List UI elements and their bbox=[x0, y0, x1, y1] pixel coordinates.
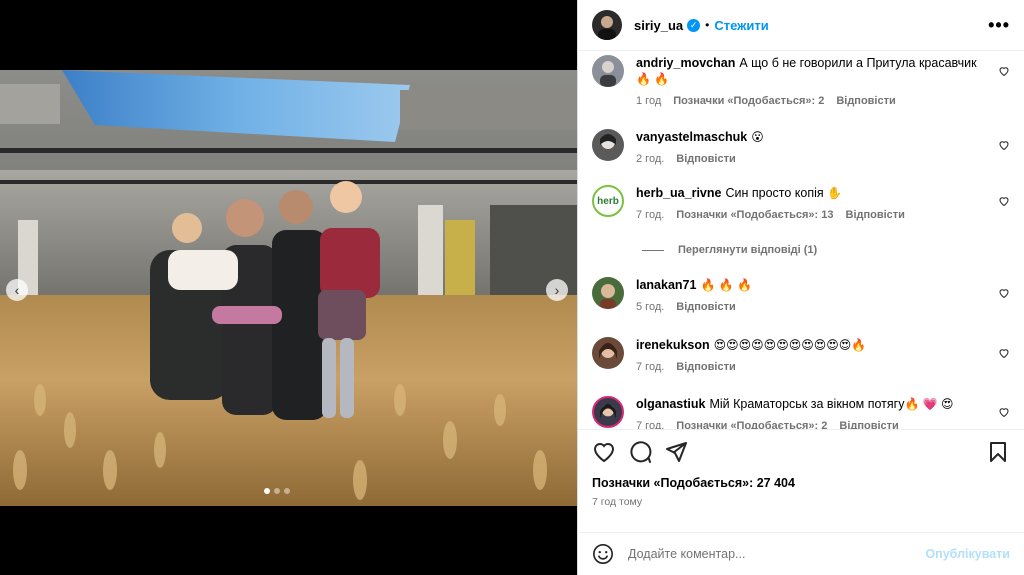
carousel-next-button[interactable]: › bbox=[546, 279, 568, 301]
commenter-avatar[interactable] bbox=[592, 55, 624, 88]
comment-emoji: 🔥 🔥 🔥 bbox=[700, 278, 752, 293]
comment-emoji: 🔥 💗 😍 bbox=[904, 397, 954, 412]
comment-likes[interactable]: Позначки «Подобається»: 2 bbox=[673, 95, 824, 107]
reply-button[interactable]: Відповісти bbox=[676, 301, 735, 313]
share-send-icon[interactable] bbox=[664, 440, 688, 464]
carousel-dot bbox=[264, 488, 270, 494]
comment-likes[interactable]: Позначки «Подобається»: 2 bbox=[676, 420, 827, 429]
photo-image bbox=[0, 70, 577, 506]
author-avatar[interactable] bbox=[592, 10, 622, 41]
avatar-logo-text: herb bbox=[597, 195, 619, 207]
comment-item: vanyastelmaschuk 😮 2 год. Відповісти bbox=[592, 129, 1010, 165]
comment-item: irenekukson 😍😍😍😍😍😍😍😍😍😍😍🔥 7 год. Відповісти bbox=[592, 337, 1010, 373]
view-replies-button[interactable]: Переглянути відповіді (1) bbox=[642, 244, 817, 256]
comment-time[interactable]: 7 год. bbox=[636, 361, 664, 373]
comment-text: Мій Краматорськ за вікном потягу bbox=[709, 397, 905, 412]
comment-username[interactable]: andriy_movchan bbox=[636, 56, 735, 70]
comment-emoji: 😮 bbox=[751, 130, 764, 145]
post-actions: Позначки «Подобається»: 27 404 7 год том… bbox=[578, 428, 1024, 532]
comment-emoji: 😍😍😍😍😍😍😍😍😍😍😍🔥 bbox=[713, 338, 867, 353]
comment-item: lanakan71 🔥 🔥 🔥 5 год. Відповісти bbox=[592, 277, 1010, 313]
commenter-avatar[interactable] bbox=[592, 396, 624, 429]
comment-emoji: ✋ bbox=[827, 186, 843, 201]
comments-list: andriy_movchan А що б не говорили а Приту… bbox=[578, 51, 1024, 429]
comment-text: А що б не говорили а Притула красавчик bbox=[739, 56, 977, 71]
commenter-avatar[interactable] bbox=[592, 129, 624, 162]
post-media: ‹ › bbox=[0, 0, 577, 575]
comment-input[interactable] bbox=[628, 546, 926, 561]
commenter-avatar[interactable]: herb bbox=[592, 185, 624, 218]
comment-time[interactable]: 7 год. bbox=[636, 209, 664, 221]
carousel-prev-button[interactable]: ‹ bbox=[6, 279, 28, 301]
comment-username[interactable]: lanakan71 bbox=[636, 278, 696, 292]
commenter-avatar[interactable] bbox=[592, 337, 624, 370]
like-comment-heart-icon[interactable] bbox=[998, 139, 1010, 151]
like-comment-heart-icon[interactable] bbox=[998, 65, 1010, 77]
reply-button[interactable]: Відповісти bbox=[676, 361, 735, 373]
author-username[interactable]: siriy_ua bbox=[634, 18, 683, 33]
carousel-dot bbox=[274, 488, 280, 494]
comment-time[interactable]: 1 год bbox=[636, 95, 661, 107]
publish-button[interactable]: Опублікувати bbox=[925, 547, 1010, 561]
like-heart-icon[interactable] bbox=[592, 440, 616, 464]
comment-likes[interactable]: Позначки «Подобається»: 13 bbox=[676, 209, 833, 221]
like-comment-heart-icon[interactable] bbox=[998, 287, 1010, 299]
comment-username[interactable]: irenekukson bbox=[636, 338, 710, 352]
reply-button[interactable]: Відповісти bbox=[846, 209, 905, 221]
reply-button[interactable]: Відповісти bbox=[839, 420, 898, 429]
comment-bubble-icon[interactable] bbox=[628, 440, 652, 464]
comment-item: olganastiuk Мій Краматорськ за вікном пот… bbox=[592, 396, 1010, 429]
separator-dot: • bbox=[705, 18, 710, 33]
follow-button[interactable]: Стежити bbox=[714, 18, 768, 33]
commenter-avatar[interactable] bbox=[592, 277, 624, 310]
post-photo bbox=[0, 70, 577, 506]
post-viewer: ‹ › siriy_ua ✓ • Стежити ••• andriy_movc… bbox=[0, 0, 1024, 575]
likes-count[interactable]: Позначки «Подобається»: 27 404 bbox=[592, 476, 1010, 490]
comment-username[interactable]: olganastiuk bbox=[636, 397, 705, 411]
comment-time[interactable]: 5 год. bbox=[636, 301, 664, 313]
more-options-icon[interactable]: ••• bbox=[988, 15, 1010, 36]
bookmark-icon[interactable] bbox=[986, 440, 1010, 464]
comment-emoji: 🔥 🔥 bbox=[636, 72, 670, 87]
view-replies-label: Переглянути відповіді (1) bbox=[678, 244, 818, 257]
post-header: siriy_ua ✓ • Стежити ••• bbox=[578, 0, 1024, 52]
comment-username[interactable]: herb_ua_rivne bbox=[636, 186, 721, 200]
comment-text: Син просто копія bbox=[725, 186, 824, 201]
comment-username[interactable]: vanyastelmaschuk bbox=[636, 130, 747, 144]
like-comment-heart-icon[interactable] bbox=[998, 195, 1010, 207]
verified-badge-icon: ✓ bbox=[687, 18, 701, 32]
like-comment-heart-icon[interactable] bbox=[998, 347, 1010, 359]
add-comment-bar: Опублікувати bbox=[578, 531, 1024, 575]
like-comment-heart-icon[interactable] bbox=[998, 406, 1010, 418]
reply-button[interactable]: Відповісти bbox=[836, 95, 895, 107]
post-sidebar: siriy_ua ✓ • Стежити ••• andriy_movchan А… bbox=[577, 0, 1024, 575]
emoji-picker-icon[interactable] bbox=[592, 543, 614, 565]
comment-time[interactable]: 2 год. bbox=[636, 153, 664, 165]
carousel-indicator bbox=[264, 488, 290, 494]
post-timestamp[interactable]: 7 год тому bbox=[592, 496, 1010, 508]
comment-time[interactable]: 7 год. bbox=[636, 420, 664, 429]
comment-item: herb herb_ua_rivne Син просто копія ✋ 7 г… bbox=[592, 185, 1010, 221]
carousel-dot bbox=[284, 488, 290, 494]
divider-line bbox=[642, 249, 664, 251]
reply-button[interactable]: Відповісти bbox=[676, 153, 735, 165]
comment-item: andriy_movchan А що б не говорили а Приту… bbox=[592, 55, 1010, 107]
